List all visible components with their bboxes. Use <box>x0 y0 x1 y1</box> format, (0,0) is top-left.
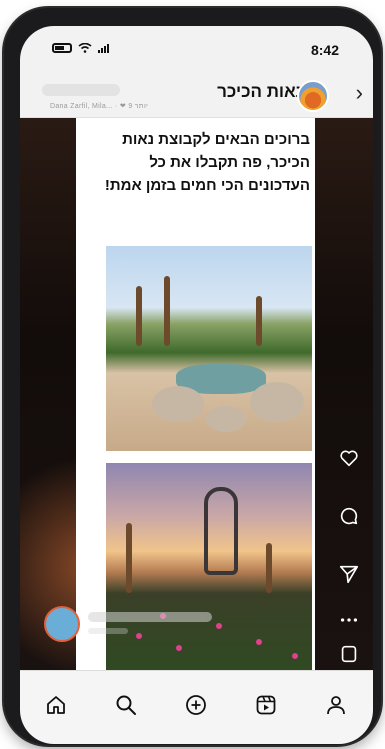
oasis-palms-photo[interactable] <box>106 246 312 451</box>
signal-icon <box>98 43 109 53</box>
screen: 8:42 Dana Zarfil, Mila... · ❤ 9 יותר נאו… <box>20 26 373 744</box>
header-blurred-text <box>42 84 120 96</box>
more-icon[interactable] <box>337 608 361 632</box>
send-icon[interactable] <box>337 562 361 586</box>
bottom-nav <box>20 670 373 744</box>
search-icon[interactable] <box>112 691 140 719</box>
status-time: 8:42 <box>310 42 339 58</box>
status-bar: 8:42 <box>20 26 373 72</box>
chevron-right-icon[interactable]: › <box>356 80 363 106</box>
group-avatar[interactable] <box>297 80 329 112</box>
volume-up-button <box>4 136 12 170</box>
wifi-icon <box>78 43 92 53</box>
profile-icon[interactable] <box>322 691 350 719</box>
volume-down-button <box>4 180 12 214</box>
reels-icon[interactable] <box>252 691 280 719</box>
author-blurred-name <box>88 612 212 622</box>
status-icons <box>52 43 109 53</box>
post-card: ברוכים הבאים לקבוצת נאות הכיכר, פה תקבלו… <box>76 118 315 673</box>
header-subtitle: Dana Zarfil, Mila... · ❤ 9 יותר <box>50 103 149 110</box>
comment-icon[interactable] <box>337 504 361 528</box>
page-title[interactable]: נאות הכיכר <box>217 82 303 102</box>
post-text: ברוכים הבאים לקבוצת נאות הכיכר, פה תקבלו… <box>104 131 310 194</box>
author-blurred-meta <box>88 628 128 634</box>
power-button <box>375 100 381 152</box>
phone-frame: 8:42 Dana Zarfil, Mila... · ❤ 9 יותר נאו… <box>4 8 381 745</box>
battery-icon <box>52 43 72 53</box>
save-icon[interactable] <box>337 642 361 666</box>
home-icon[interactable] <box>42 691 70 719</box>
chat-header: Dana Zarfil, Mila... · ❤ 9 יותר נאות הכי… <box>20 72 373 118</box>
heart-icon[interactable] <box>337 446 361 470</box>
avatar[interactable] <box>44 606 80 642</box>
sculpture-sunset-photo[interactable] <box>106 463 312 673</box>
create-icon[interactable] <box>182 691 210 719</box>
